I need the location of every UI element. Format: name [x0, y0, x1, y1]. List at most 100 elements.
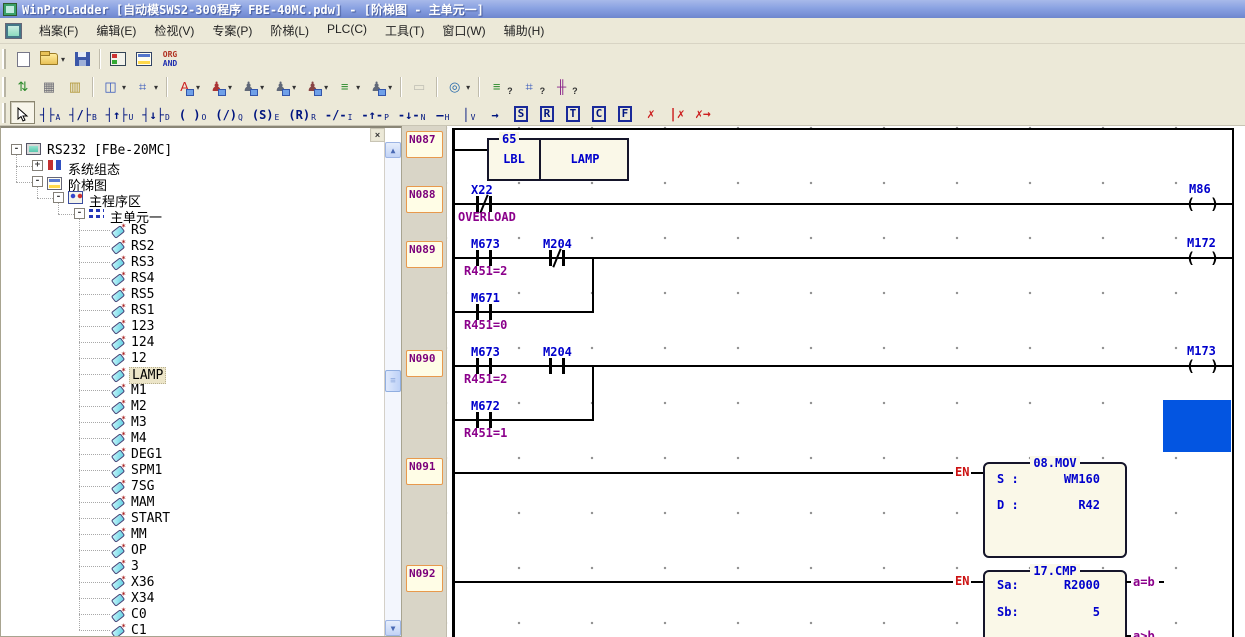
tree-item-M1[interactable]: ✶M1: [1, 382, 381, 398]
rising-edge-tool[interactable]: -↑-P: [357, 101, 393, 124]
delete-vline-tool[interactable]: |✗: [664, 101, 689, 124]
network-edit-button[interactable]: ⌗▾: [130, 75, 162, 99]
project-window-button[interactable]: [105, 47, 131, 71]
cell-selection-cursor[interactable]: [1163, 400, 1231, 452]
edit-element-button[interactable]: A▾: [172, 75, 204, 99]
scroll-down-button[interactable]: ▼: [385, 620, 401, 636]
dropdown-caret-icon[interactable]: ▾: [466, 83, 470, 92]
tree-item-DEG1[interactable]: ✶DEG1: [1, 446, 381, 462]
dropdown-caret-icon[interactable]: ▾: [356, 83, 360, 92]
timer-tool[interactable]: T: [560, 101, 585, 124]
counter-tool[interactable]: C: [586, 101, 611, 124]
lbl-function-block[interactable]: 65 LBL LAMP: [487, 138, 629, 181]
tree-item-C0[interactable]: ✶C0: [1, 606, 381, 622]
status-help-button[interactable]: ≡?: [484, 75, 517, 99]
coil-not-tool[interactable]: (/)Q: [211, 101, 247, 124]
tree-item-X36[interactable]: ✶X36: [1, 574, 381, 590]
open-file-button[interactable]: ▾: [36, 47, 69, 71]
menu-item-5[interactable]: PLC(C): [318, 18, 376, 43]
status-list-button[interactable]: ≡▾: [332, 75, 364, 99]
cmp-function-block[interactable]: 17.CMP Sa: R2000 Sb: 5: [983, 570, 1127, 637]
tree-item-SPM1[interactable]: ✶SPM1: [1, 462, 381, 478]
tree-item-OP[interactable]: ✶OP: [1, 542, 381, 558]
tree-item-7SG[interactable]: ✶7SG: [1, 478, 381, 494]
dropdown-caret-icon[interactable]: ▾: [228, 83, 232, 92]
vline-tool[interactable]: │V: [456, 101, 481, 124]
contact-no-tool[interactable]: ┤├A: [36, 101, 64, 124]
coil-m86[interactable]: ( ): [1186, 196, 1222, 212]
expand-minus-box[interactable]: -: [74, 208, 85, 219]
contact-falling-tool[interactable]: ┤↓├D: [138, 101, 174, 124]
org-and-view-button[interactable]: ORG AND: [157, 47, 183, 71]
tree-item-M3[interactable]: ✶M3: [1, 414, 381, 430]
expand-plus-box[interactable]: +: [32, 160, 43, 171]
contact-help-button[interactable]: ╫?: [549, 75, 582, 99]
ic-chip-button[interactable]: ▦: [36, 75, 62, 99]
menu-item-7[interactable]: 窗口(W): [433, 18, 494, 43]
dropdown-caret-icon[interactable]: ▾: [196, 83, 200, 92]
tree-item-X34[interactable]: ✶X34: [1, 590, 381, 606]
coil-out-tool[interactable]: ( )O: [175, 101, 211, 124]
ladder-window-button[interactable]: [131, 47, 157, 71]
tag-book-button[interactable]: ▥: [62, 75, 88, 99]
tree-item-123[interactable]: ✶123: [1, 318, 381, 334]
network-label-N090[interactable]: N090: [406, 350, 443, 377]
dropdown-caret-icon[interactable]: ▾: [122, 83, 126, 92]
network-label-N088[interactable]: N088: [406, 186, 443, 213]
tree-item-RS232 [FBe-20MC][interactable]: -RS232 [FBe-20MC]: [1, 142, 381, 158]
falling-edge-tool[interactable]: -↓-N: [394, 101, 430, 124]
stamp-a-button[interactable]: ♟▾: [300, 75, 332, 99]
tree-item-阶梯图[interactable]: -阶梯图: [1, 174, 381, 190]
network-label-N091[interactable]: N091: [406, 458, 443, 485]
tree-item-RS4[interactable]: ✶RS4: [1, 270, 381, 286]
coil-reset-tool[interactable]: (R)R: [284, 101, 320, 124]
ladder-editor[interactable]: 65 LBL LAMP X22 OVERLOAD M86 ( ) M673 R4…: [447, 126, 1245, 637]
tree-item-RS1[interactable]: ✶RS1: [1, 302, 381, 318]
contact-rising-tool[interactable]: ┤↑├U: [102, 101, 138, 124]
hline-tool[interactable]: —H: [430, 101, 455, 124]
network-label-N087[interactable]: N087: [406, 131, 443, 158]
tree-item-M4[interactable]: ✶M4: [1, 430, 381, 446]
network-label-N089[interactable]: N089: [406, 241, 443, 268]
menu-item-3[interactable]: 专案(P): [203, 18, 261, 43]
arrow-tool[interactable]: →: [482, 101, 507, 124]
zoom-find-button[interactable]: ◎▾: [442, 75, 474, 99]
tree-item-124[interactable]: ✶124: [1, 334, 381, 350]
tree-item-RS[interactable]: ✶RS: [1, 222, 381, 238]
dropdown-caret-icon[interactable]: ▾: [292, 83, 296, 92]
stamp-monitor-button[interactable]: ♟▾: [268, 75, 300, 99]
mov-function-block[interactable]: 08.MOV S : WM160 D : R42: [983, 462, 1127, 558]
tree-item-MM[interactable]: ✶MM: [1, 526, 381, 542]
tree-item-LAMP[interactable]: ✶LAMP: [1, 366, 381, 382]
document-icon[interactable]: [5, 23, 22, 39]
menu-item-4[interactable]: 阶梯(L): [261, 18, 318, 43]
step-s-tool[interactable]: S: [508, 101, 533, 124]
step-r-tool[interactable]: R: [534, 101, 559, 124]
tree-item-RS5[interactable]: ✶RS5: [1, 286, 381, 302]
delete-element-tool[interactable]: ✗: [638, 101, 663, 124]
tree-item-START[interactable]: ✶START: [1, 510, 381, 526]
function-tool[interactable]: F: [612, 101, 637, 124]
invert-tool[interactable]: -/-I: [321, 101, 357, 124]
toolbar-grip[interactable]: [2, 49, 6, 69]
toolbar-grip[interactable]: [2, 103, 6, 123]
stamp-config-button[interactable]: ♟▾: [236, 75, 268, 99]
network-label-N092[interactable]: N092: [406, 565, 443, 592]
menu-item-8[interactable]: 辅助(H): [495, 18, 554, 43]
expand-minus-box[interactable]: -: [11, 144, 22, 155]
stamp-m-button[interactable]: ♟▾: [364, 75, 396, 99]
dropdown-caret-icon[interactable]: ▾: [324, 83, 328, 92]
expand-minus-box[interactable]: -: [32, 176, 43, 187]
scroll-up-button[interactable]: ▲: [385, 142, 401, 158]
menu-item-1[interactable]: 编辑(E): [87, 18, 145, 43]
new-file-button[interactable]: [10, 47, 36, 71]
menu-item-6[interactable]: 工具(T): [376, 18, 433, 43]
tree-item-M2[interactable]: ✶M2: [1, 398, 381, 414]
io-convert-button[interactable]: ⇅: [10, 75, 36, 99]
tree-item-主单元一[interactable]: -主单元一: [1, 206, 381, 222]
delete-network-tool[interactable]: ✗→: [690, 101, 715, 124]
expand-minus-box[interactable]: -: [53, 192, 64, 203]
tree-item-3[interactable]: ✶3: [1, 558, 381, 574]
panel-close-button[interactable]: ×: [371, 129, 384, 141]
dropdown-caret-icon[interactable]: ▾: [154, 83, 158, 92]
